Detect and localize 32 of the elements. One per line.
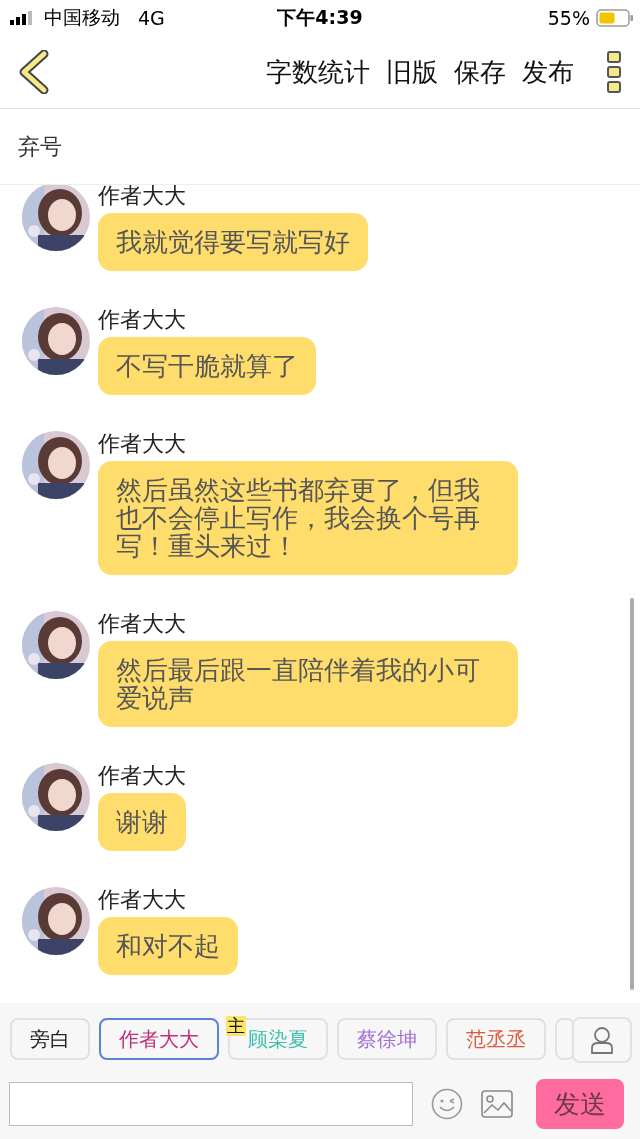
sender-name: 作者大大	[98, 611, 186, 637]
message-bubble: 然后最后跟一直陪伴着我的小可爱说声	[98, 641, 518, 727]
carrier-name: 中国移动	[44, 5, 120, 30]
sender-name: 作者大大	[98, 185, 186, 209]
user-button[interactable]	[572, 1017, 632, 1063]
chapter-title: 弃号	[18, 132, 62, 161]
status-time: 下午4:39	[277, 5, 363, 30]
main-badge: 主	[226, 1016, 246, 1036]
nav-action[interactable]: 旧版	[380, 54, 444, 90]
sender-name: 作者大大	[98, 763, 186, 789]
battery-icon	[596, 9, 634, 27]
nav-action[interactable]: 发布	[516, 54, 580, 90]
nav-action[interactable]: 字数统计	[260, 54, 376, 90]
character-chip[interactable]: 旁白	[10, 1018, 90, 1060]
sender-name: 作者大大	[98, 307, 186, 333]
network-type: 4G	[138, 7, 165, 29]
message-bubble: 我就觉得要写就写好	[98, 213, 368, 271]
message-bubble: 不写干脆就算了	[98, 337, 316, 395]
message-bubble: 然后虽然这些书都弃更了，但我也不会停止写作，我会换个号再写！重头来过！	[98, 461, 518, 575]
more-icon[interactable]	[606, 50, 622, 94]
nav-action[interactable]: 保存	[448, 54, 512, 90]
character-chip[interactable]: 作者大大	[99, 1018, 219, 1060]
sender-name: 作者大大	[98, 431, 186, 457]
battery-percent: 55%	[547, 7, 590, 29]
message-input[interactable]	[9, 1082, 413, 1126]
back-icon[interactable]	[18, 50, 50, 94]
sender-name: 作者大大	[98, 887, 186, 913]
user-icon	[590, 1026, 614, 1054]
emoji-icon[interactable]	[431, 1088, 463, 1120]
message-bubble: 谢谢	[98, 793, 186, 851]
image-icon[interactable]	[481, 1090, 513, 1118]
message-bubble: 和对不起	[98, 917, 238, 975]
